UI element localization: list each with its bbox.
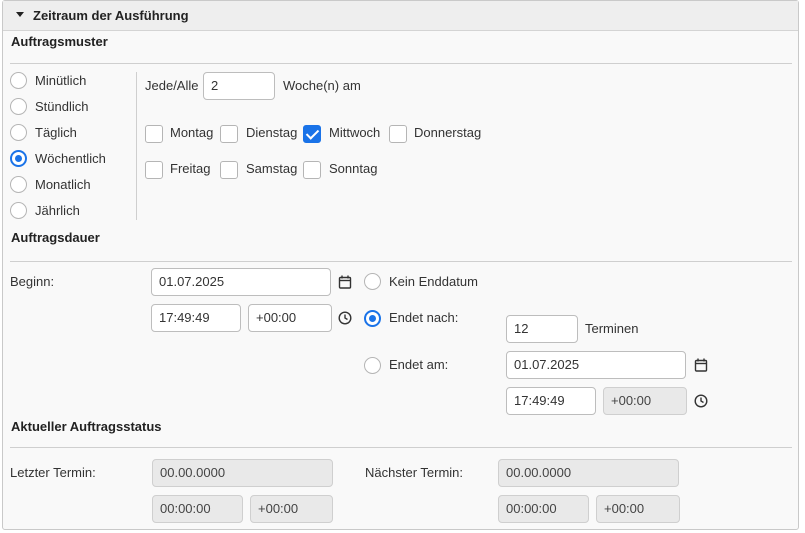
begin-date-input[interactable]: 01.07.2025 [151,268,331,296]
radio-label-minutely: Minütlich [35,73,87,88]
end-timezone-input: +00:00 [603,387,687,415]
duration-divider [10,261,792,262]
every-label: Jede/Alle [145,78,199,93]
clock-icon[interactable] [338,311,352,325]
last-run-time-field: 00:00:00 [152,495,243,523]
radio-weekly[interactable] [10,150,27,167]
checkbox-monday[interactable] [145,125,163,143]
radio-ends-after[interactable] [364,310,381,327]
day-label-monday: Montag [170,125,214,140]
checkbox-saturday[interactable] [220,161,238,179]
day-label-thursday: Donnerstag [414,125,482,140]
begin-timezone-input[interactable]: +00:00 [248,304,332,332]
radio-no-end-date[interactable] [364,273,381,290]
pattern-divider [10,63,792,64]
radio-ends-on[interactable] [364,357,381,374]
next-run-time-field: 00:00:00 [498,495,589,523]
panel-title: Zeitraum der Ausführung [33,8,189,23]
day-label-friday: Freitag [170,161,211,176]
duration-section-title: Auftragsdauer [11,230,100,245]
end-date-input[interactable]: 01.07.2025 [506,351,686,379]
last-run-label: Letzter Termin: [10,465,96,480]
calendar-icon[interactable] [338,275,352,289]
checkbox-thursday[interactable] [389,125,407,143]
last-run-date-field: 00.00.0000 [152,459,333,487]
clock-icon[interactable] [694,394,708,408]
status-section-title: Aktueller Auftragsstatus [11,419,162,434]
day-label-wednesday: Mittwoch [329,125,381,140]
execution-period-panel: Zeitraum der Ausführung [2,0,799,530]
pattern-section-title: Auftragsmuster [11,34,108,49]
ends-on-label: Endet am: [389,357,449,372]
occurrences-unit-label: Terminen [585,321,639,336]
day-label-tuesday: Dienstag [246,125,298,140]
occurrences-input[interactable]: 12 [506,315,578,343]
checkbox-wednesday[interactable] [303,125,321,143]
next-run-timezone-field: +00:00 [596,495,680,523]
checkbox-friday[interactable] [145,161,163,179]
pattern-vertical-divider [136,72,137,220]
begin-label: Beginn: [10,274,55,289]
caret-down-icon[interactable] [16,12,24,17]
radio-yearly[interactable] [10,202,27,219]
day-label-sunday: Sonntag [329,161,378,176]
calendar-icon[interactable] [694,358,708,372]
end-time-input[interactable]: 17:49:49 [506,387,596,415]
radio-daily[interactable] [10,124,27,141]
checkbox-sunday[interactable] [303,161,321,179]
radio-label-monthly: Monatlich [35,177,91,192]
radio-label-daily: Täglich [35,125,77,140]
checkbox-tuesday[interactable] [220,125,238,143]
last-run-timezone-field: +00:00 [250,495,333,523]
next-run-date-field: 00.00.0000 [498,459,679,487]
ends-after-label: Endet nach: [389,310,459,325]
no-end-date-label: Kein Enddatum [389,274,478,289]
radio-hourly[interactable] [10,98,27,115]
day-label-saturday: Samstag [246,161,298,176]
every-interval-input[interactable]: 2 [203,72,275,100]
radio-monthly[interactable] [10,176,27,193]
radio-label-yearly: Jährlich [35,203,80,218]
begin-time-input[interactable]: 17:49:49 [151,304,241,332]
next-run-label: Nächster Termin: [365,465,464,480]
radio-label-hourly: Stündlich [35,99,89,114]
radio-minutely[interactable] [10,72,27,89]
interval-unit-label: Woche(n) am [283,78,361,93]
status-divider [10,447,792,448]
radio-label-weekly: Wöchentlich [35,151,106,166]
panel-header[interactable]: Zeitraum der Ausführung [3,1,798,31]
